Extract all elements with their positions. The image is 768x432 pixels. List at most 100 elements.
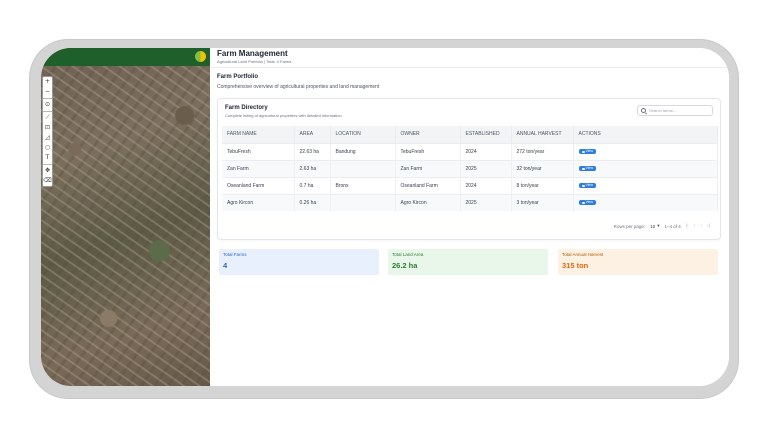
pagination: Rows per page: 10 ▾ 1–4 of 4 |‹ ‹ › ›| [614, 223, 710, 229]
view-button[interactable]: View [578, 183, 597, 188]
stat-value: 315 ton [562, 261, 589, 270]
view-button[interactable]: View [578, 200, 597, 206]
cell-area: 0.7 ha [294, 176, 331, 194]
toolbar-divider [43, 98, 52, 99]
toolbar-divider [43, 111, 52, 112]
target-icon[interactable]: ⊙ [43, 100, 52, 110]
cell-location [330, 159, 396, 177]
cell-harvest: 32 ton/year [511, 159, 574, 177]
eye-icon [581, 184, 585, 187]
eye-icon [581, 167, 585, 170]
app-screen: + − ⊙ ⟋ ⊡ ◿ ○ T ✥ ⌫ Farm Management Agri… [41, 48, 729, 386]
cell-area: 2.63 ha [294, 159, 331, 177]
circle-icon[interactable]: ○ [43, 143, 52, 153]
last-page-icon[interactable]: ›| [707, 223, 710, 229]
cell-established: 2025 [460, 159, 512, 177]
satellite-map[interactable]: + − ⊙ ⟋ ⊡ ◿ ○ T ✥ ⌫ [41, 48, 210, 386]
rows-per-page-select[interactable]: 10 ▾ [650, 223, 659, 229]
portfolio-title: Farm Portfolio [217, 74, 259, 80]
table-row[interactable]: TebuFresh 22.63 ha Bandung TebuFresh 202… [222, 142, 718, 160]
move-icon[interactable]: ✥ [43, 166, 52, 176]
cell-area: 22.63 ha [294, 142, 331, 160]
cell-established: 2024 [460, 176, 512, 194]
zoom-in-icon[interactable]: + [43, 77, 52, 87]
search-box[interactable] [637, 105, 713, 116]
directory-subtitle: Complete listing of agricultural propert… [225, 113, 342, 118]
next-page-icon[interactable]: › [700, 223, 702, 229]
cell-farm-name: TebuFresh [222, 142, 295, 160]
cell-harvest: 272 ton/year [511, 142, 574, 160]
portfolio-description: Comprehensive overview of agricultural p… [217, 84, 380, 90]
rows-per-page-label: Rows per page: [613, 223, 646, 229]
text-icon[interactable]: T [43, 153, 52, 163]
cell-owner: Zan Farm [395, 159, 461, 177]
zoom-out-icon[interactable]: − [43, 87, 52, 97]
column-header-owner[interactable]: OWNER [395, 126, 461, 143]
cell-location [330, 193, 396, 211]
app-subtitle: Agricultural Land Portfolio | Total: 4 F… [217, 59, 292, 64]
chevron-down-icon: ▾ [657, 223, 660, 228]
stat-total-farms: Total Farms 4 [219, 249, 379, 275]
stat-value: 4 [223, 261, 228, 270]
farm-directory-card: Farm Directory Complete listing of agric… [217, 98, 721, 240]
cell-farm-name: Zan Farm [222, 159, 295, 177]
content-panel: Farm Management Agricultural Land Portfo… [210, 48, 729, 386]
view-button-label: View [585, 183, 594, 187]
stat-label: Total Annual Harvest [562, 252, 604, 257]
table-row[interactable]: Agro Kircon 0.26 ha Agro Kircon 2025 3 t… [222, 193, 718, 211]
cell-established: 2024 [460, 142, 512, 160]
eye-icon [581, 201, 585, 204]
view-button-label: View [585, 166, 594, 170]
cell-harvest: 8 ton/year [511, 176, 574, 194]
column-header-location[interactable]: LOCATION [330, 126, 396, 143]
square-icon[interactable]: ⊡ [43, 123, 52, 133]
column-header-harvest[interactable]: ANNUAL HARVEST [511, 126, 574, 143]
view-button-label: View [585, 200, 594, 205]
map-toolbar: + − ⊙ ⟋ ⊡ ◿ ○ T ✥ ⌫ [42, 76, 53, 187]
cell-farm-name: Agro Kircon [222, 193, 295, 211]
column-header-actions: ACTIONS [573, 126, 718, 143]
cell-owner: Agro Kircon [395, 193, 461, 211]
cell-owner: TebuFresh [395, 142, 461, 160]
cell-harvest: 3 ton/year [511, 193, 574, 211]
cell-farm-name: Oseanland Farm [222, 176, 295, 194]
cell-area: 0.26 ha [294, 193, 331, 211]
column-header-farm-name[interactable]: FARM NAME [222, 126, 295, 143]
cell-actions: View [573, 142, 718, 160]
cell-location: Bandung [330, 142, 396, 160]
app-logo [195, 51, 206, 62]
app-header: Farm Management Agricultural Land Portfo… [210, 48, 729, 68]
eraser-icon[interactable]: ⌫ [43, 176, 52, 186]
cell-actions: View [573, 159, 718, 177]
table-row[interactable]: Oseanland Farm 0.7 ha Bronx Oseanland Fa… [222, 176, 718, 194]
page-range: 1–4 of 4 [664, 223, 681, 229]
stat-label: Total Land Area [392, 252, 424, 257]
eye-icon [581, 150, 585, 153]
column-header-established[interactable]: ESTABLISHED [460, 126, 512, 143]
view-button-label: View [585, 149, 594, 153]
cell-actions: View [573, 176, 718, 194]
line-icon[interactable]: ⟋ [43, 113, 52, 123]
directory-title: Farm Directory [225, 105, 268, 111]
stat-total-annual-harvest: Total Annual Harvest 315 ton [558, 249, 718, 275]
table-row[interactable]: Zan Farm 2.63 ha Zan Farm 2025 32 ton/ye… [222, 159, 718, 177]
search-icon [641, 108, 646, 113]
stat-value: 26.2 ha [392, 261, 418, 270]
toolbar-divider [43, 164, 52, 165]
view-button[interactable]: View [578, 166, 597, 171]
previous-page-icon[interactable]: ‹ [694, 223, 696, 229]
cell-location: Bronx [330, 176, 396, 194]
column-header-area[interactable]: AREA [294, 126, 331, 143]
rows-per-page-value: 10 [650, 223, 656, 229]
map-topbar [41, 48, 210, 66]
search-input[interactable] [649, 106, 709, 115]
farm-table: FARM NAME AREA LOCATION OWNER ESTABLISHE… [222, 126, 718, 211]
table-header-row: FARM NAME AREA LOCATION OWNER ESTABLISHE… [222, 126, 718, 143]
app-title: Farm Management [217, 49, 288, 58]
stat-total-land-area: Total Land Area 26.2 ha [388, 249, 548, 275]
cell-owner: Oseanland Farm [395, 176, 461, 194]
stat-label: Total Farms [223, 252, 247, 257]
first-page-icon[interactable]: |‹ [686, 223, 689, 229]
polygon-icon[interactable]: ◿ [43, 133, 52, 143]
view-button[interactable]: View [578, 149, 597, 154]
